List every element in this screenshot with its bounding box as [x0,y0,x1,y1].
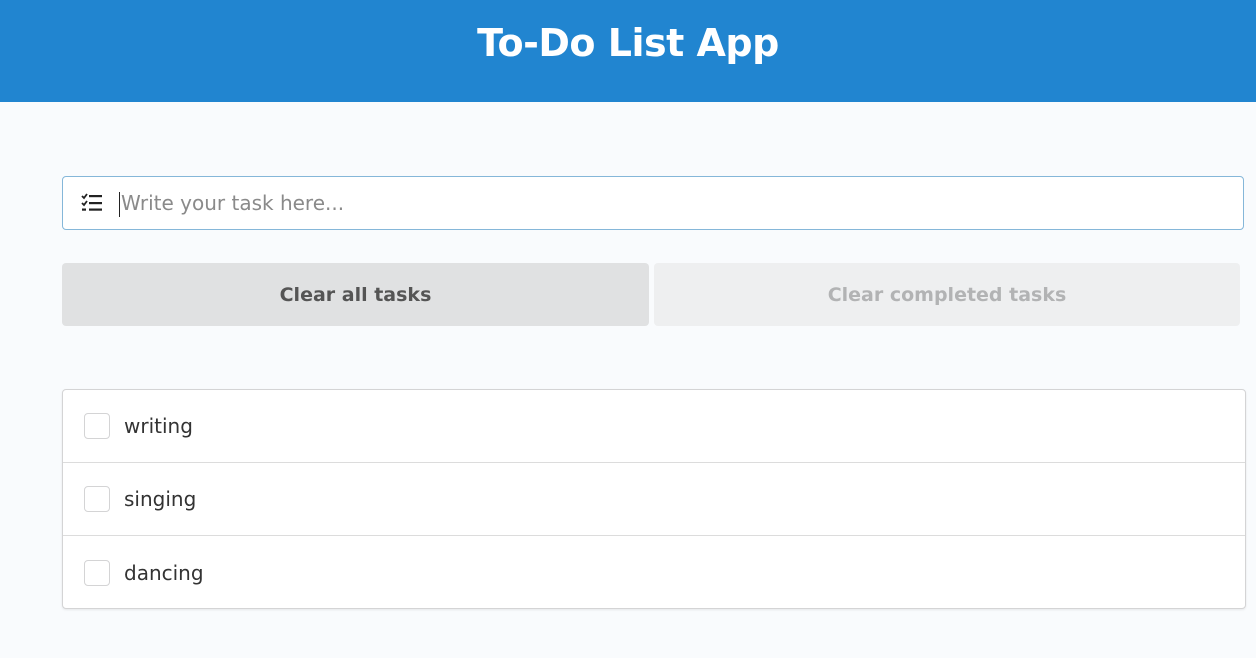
tasks-list-icon [63,176,121,230]
task-input-container[interactable] [62,176,1244,230]
clear-completed-tasks-button[interactable]: Clear completed tasks [654,263,1240,326]
task-list: writing singing dancing [62,389,1246,609]
task-label: writing [124,414,193,438]
app-title: To-Do List App [477,21,779,65]
task-checkbox[interactable] [84,413,110,439]
task-item: writing [63,390,1245,463]
task-item: dancing [63,536,1245,609]
task-label: singing [124,487,197,511]
task-input[interactable] [121,177,1243,229]
task-checkbox[interactable] [84,486,110,512]
task-label: dancing [124,560,204,585]
task-checkbox[interactable] [84,559,110,586]
task-item: singing [63,463,1245,536]
app-header: To-Do List App [0,0,1256,102]
text-caret [119,192,120,217]
clear-all-tasks-button[interactable]: Clear all tasks [62,263,649,326]
